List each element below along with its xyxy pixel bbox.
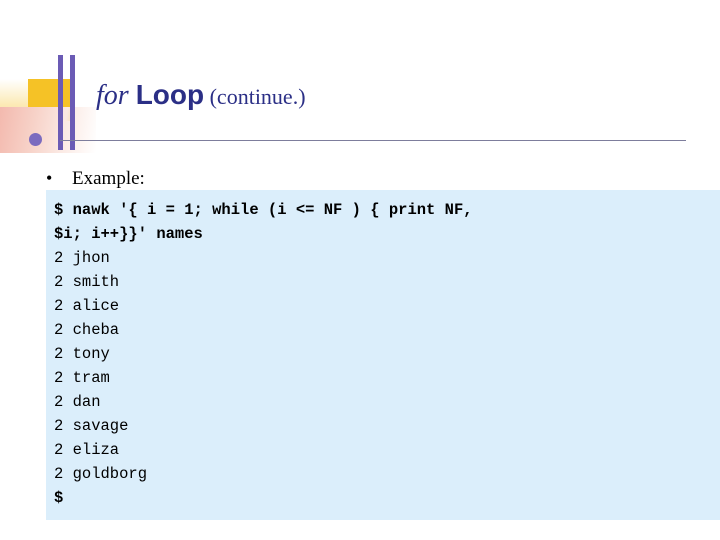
code-line: 2 alice bbox=[54, 297, 120, 315]
code-line: $ nawk '{ i = 1; while (i <= NF ) { prin… bbox=[54, 201, 473, 219]
page-title-bold: Loop bbox=[135, 79, 205, 110]
code-line: 2 tony bbox=[54, 345, 110, 363]
code-line: 2 jhon bbox=[54, 249, 110, 267]
bullet-marker-icon: • bbox=[46, 168, 53, 188]
decorative-purple-bar-left bbox=[58, 55, 63, 150]
decorative-peach-gradient bbox=[0, 107, 96, 153]
code-line: 2 smith bbox=[54, 273, 120, 291]
page-title: for Loop (continue.) bbox=[96, 78, 686, 114]
decorative-corner-graphic bbox=[0, 55, 105, 153]
code-line: 2 goldborg bbox=[54, 465, 148, 483]
code-line: 2 cheba bbox=[54, 321, 120, 339]
page-title-suffix: (continue.) bbox=[204, 84, 306, 109]
bullet-item-example: • Example: bbox=[46, 168, 646, 190]
code-line: 2 eliza bbox=[54, 441, 120, 459]
code-line: 2 dan bbox=[54, 393, 101, 411]
decorative-purple-bar-right bbox=[70, 55, 75, 150]
page-title-italic: for bbox=[96, 80, 136, 111]
code-line: $i; i++}}' names bbox=[54, 225, 203, 243]
bullet-label: Example: bbox=[72, 168, 145, 189]
code-line: 2 savage bbox=[54, 417, 129, 435]
code-line: $ bbox=[54, 489, 64, 507]
title-divider bbox=[60, 140, 686, 141]
code-line: 2 tram bbox=[54, 369, 110, 387]
decorative-purple-dot bbox=[29, 133, 42, 146]
terminal-output-block: $ nawk '{ i = 1; while (i <= NF ) { prin… bbox=[46, 190, 720, 520]
